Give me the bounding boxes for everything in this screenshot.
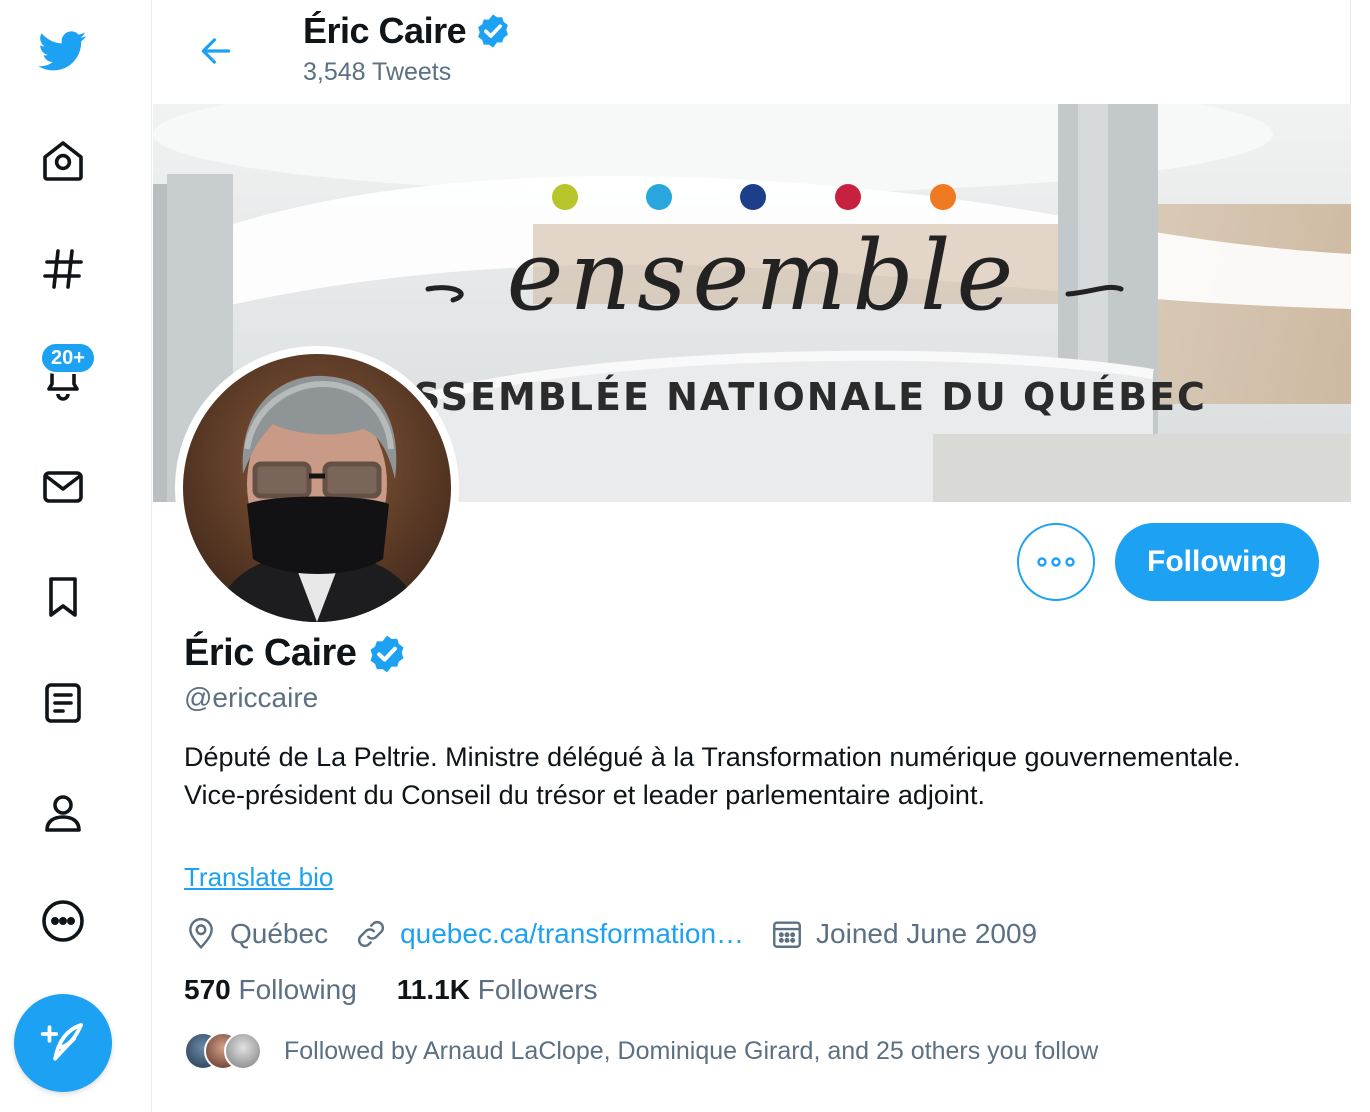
following-button[interactable]: Following [1115, 523, 1319, 601]
profile-meta: Québec quebec.ca/transformation… Joined … [184, 912, 1063, 956]
twitter-logo-icon[interactable] [30, 18, 96, 84]
banner-caption: SSEMBLÉE NATIONALE DU QUÉBEC [413, 375, 1207, 419]
sidebar-nav: 20+ [0, 0, 152, 1112]
back-button[interactable] [189, 24, 243, 78]
following-label: Following [238, 974, 357, 1005]
profile-icon[interactable] [30, 780, 96, 846]
header-title: Éric Caire [303, 10, 512, 52]
verified-badge-icon [478, 14, 508, 48]
messages-mail-icon[interactable] [30, 454, 96, 520]
banner-script-word: ensemble [507, 220, 1020, 332]
website-link[interactable]: quebec.ca/transformation… [400, 918, 744, 950]
following-stat-link[interactable]: 570 Following [184, 974, 357, 1006]
joined-text: Joined June 2009 [816, 918, 1038, 949]
notifications-badge: 20+ [40, 342, 96, 374]
tweet-count: 3,548 Tweets [303, 58, 452, 86]
profile-name-text: Éric Caire [184, 632, 357, 674]
profile-location: Québec [184, 917, 328, 951]
profile-bio: Député de La Peltrie. Ministre délégué à… [184, 742, 1241, 810]
following-count: 570 [184, 974, 231, 1005]
profile-stats: 570 Following 11.1K Followers [184, 974, 598, 1006]
profile-header: Éric Caire 3,548 Tweets [153, 0, 1351, 104]
link-icon [358, 920, 385, 948]
calendar-icon [773, 921, 802, 948]
explore-hashtag-icon[interactable] [30, 236, 96, 302]
compose-tweet-button[interactable] [14, 994, 112, 1092]
more-icon[interactable] [30, 888, 96, 954]
followed-by-link[interactable]: Followed by Arnaud LaClope, Dominique Gi… [184, 1032, 1098, 1070]
followers-count: 11.1K [396, 974, 470, 1005]
header-name-text: Éric Caire [303, 10, 467, 51]
profile-avatar[interactable] [175, 346, 459, 630]
profile-more-button[interactable] [1017, 523, 1095, 601]
home-icon[interactable] [30, 128, 96, 194]
profile-name: Éric Caire [184, 632, 408, 675]
followers-label: Followers [477, 974, 598, 1005]
translate-bio-link[interactable]: Translate bio [184, 862, 333, 893]
avatar-image [183, 354, 451, 622]
location-pin-icon [189, 917, 213, 949]
location-text: Québec [230, 918, 329, 949]
followed-by-avatars [184, 1032, 262, 1070]
followed-by-text: Followed by Arnaud LaClope, Dominique Gi… [284, 1036, 1099, 1065]
followers-stat-link[interactable]: 11.1K Followers [397, 974, 598, 1006]
bookmarks-icon[interactable] [30, 564, 96, 630]
back-arrow-icon [201, 38, 231, 64]
compose-tweet-icon [40, 1023, 83, 1061]
lists-icon[interactable] [30, 670, 96, 736]
profile-handle: @ericcaire [184, 682, 319, 713]
follower-avatar [224, 1032, 262, 1070]
more-dots-icon [1037, 557, 1075, 567]
profile-joined: Joined June 2009 [770, 917, 1037, 951]
verified-badge-icon [371, 635, 404, 672]
profile-website: quebec.ca/transformation… [354, 917, 744, 951]
